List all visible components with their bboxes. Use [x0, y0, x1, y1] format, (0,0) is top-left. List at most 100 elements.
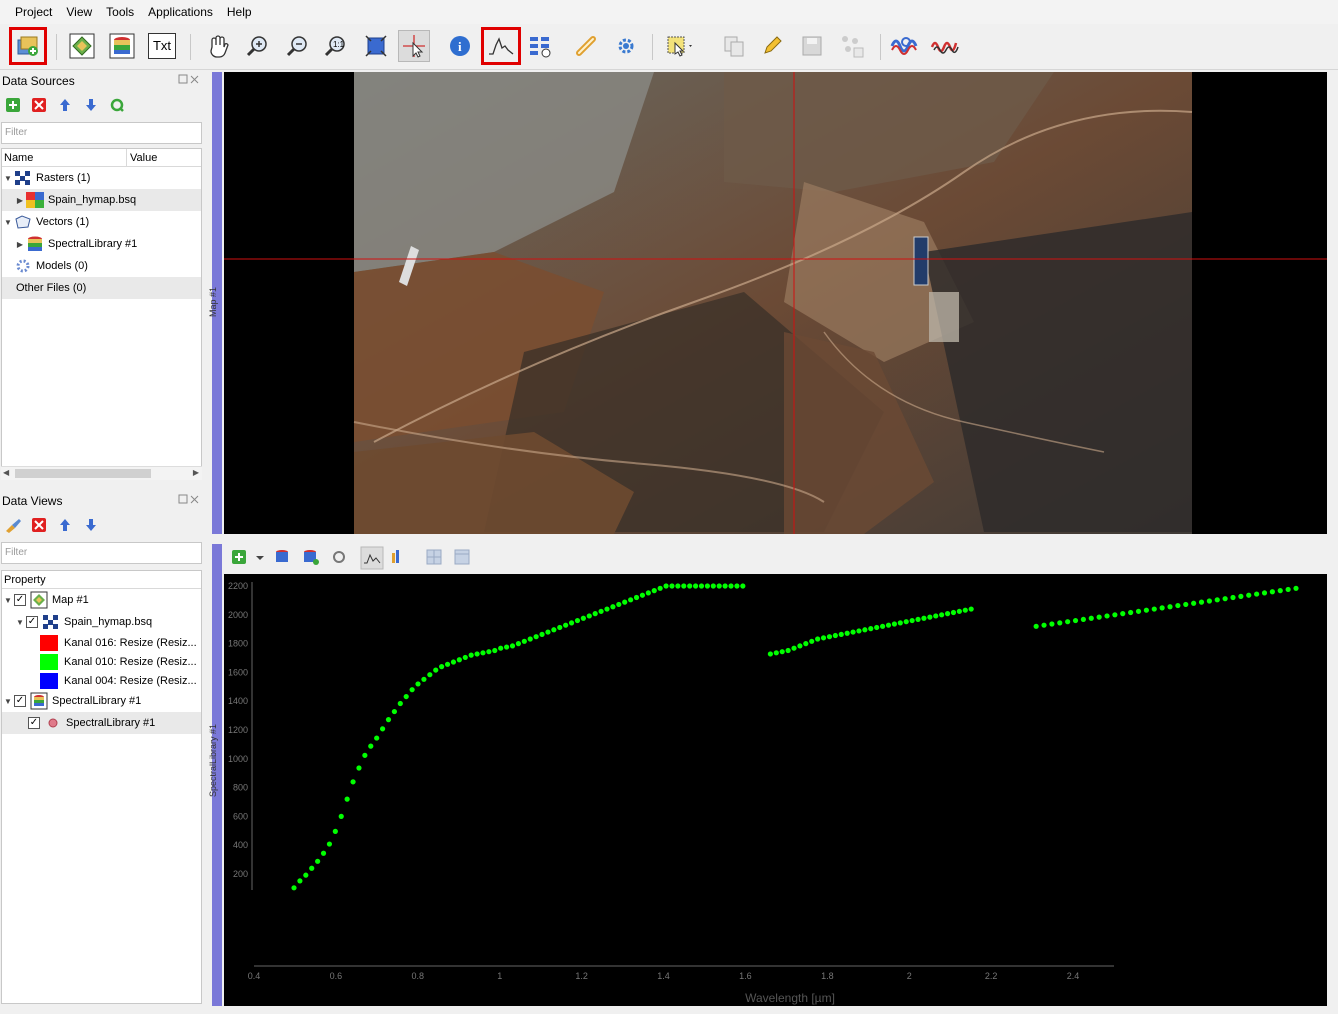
tree-row-speclib-view[interactable]: ▼ ✓ SpectralLibrary #1: [2, 690, 201, 712]
pan-tool-button[interactable]: [202, 30, 234, 62]
save-edits-button[interactable]: [796, 30, 828, 62]
profile-visibility-checkbox[interactable]: ✓: [28, 717, 40, 729]
profile-point: [803, 641, 809, 647]
x-axis: 0.4 0.6 0.8 1 1.2 1.4 1.6 1.8 2 2.2 2.4: [248, 965, 1114, 981]
zoom-out-button[interactable]: [282, 30, 314, 62]
remove-source-button[interactable]: [30, 96, 48, 114]
tree-row-other-files[interactable]: Other Files (0): [2, 277, 201, 299]
toggle-editing-button[interactable]: [756, 30, 788, 62]
profile-analytics-button[interactable]: [930, 30, 962, 62]
profile-point: [962, 607, 968, 613]
expand-arrow-icon[interactable]: ▶: [14, 240, 26, 249]
profile-point: [1285, 586, 1291, 593]
main-toolbar: Txt 1:1 i: [0, 24, 1338, 70]
layer-visibility-checkbox[interactable]: ✓: [26, 616, 38, 628]
add-feature-button[interactable]: [836, 30, 868, 62]
tree-row-raster-file[interactable]: ▶ Spain_hymap.bsq: [2, 189, 201, 211]
remove-view-button[interactable]: [30, 516, 48, 534]
column-value[interactable]: Value: [127, 149, 157, 166]
profile-point: [1222, 596, 1228, 602]
identify-values-button[interactable]: [524, 30, 556, 62]
map-canvas[interactable]: [224, 72, 1327, 534]
profile-point: [344, 796, 350, 802]
tree-label: Models (0): [36, 260, 88, 272]
link-views-button[interactable]: [570, 30, 602, 62]
collapse-arrow-icon[interactable]: ▼: [14, 618, 26, 627]
column-name[interactable]: Name: [2, 149, 127, 166]
expand-arrow-icon[interactable]: ▶: [14, 196, 26, 205]
data-sources-hscrollbar[interactable]: ◀ ▶: [1, 466, 202, 480]
tree-row-band-blue[interactable]: Kanal 004: Resize (Resiz...: [2, 671, 201, 690]
dropdown-arrow-icon: [256, 556, 264, 560]
zoom-full-button[interactable]: [360, 30, 392, 62]
tree-row-speclib[interactable]: ▶ SpectralLibrary #1: [2, 233, 201, 255]
profile-point: [950, 609, 957, 616]
expand-views-button[interactable]: [82, 516, 100, 534]
open-map-view-button[interactable]: [66, 30, 98, 62]
tree-label: Map #1: [52, 594, 89, 606]
map-tools-button[interactable]: [4, 516, 22, 534]
green-band-swatch: [40, 653, 58, 670]
identify-info-button[interactable]: i: [444, 30, 476, 62]
copy-features-button[interactable]: [718, 30, 750, 62]
tree-row-map[interactable]: ▼ ✓ Map #1: [2, 589, 201, 611]
add-data-source-button[interactable]: [9, 27, 47, 65]
collapse-arrow-icon[interactable]: ▼: [2, 174, 14, 183]
profile-point: [515, 641, 522, 647]
speclib-visibility-checkbox[interactable]: ✓: [14, 695, 26, 707]
profile-point: [551, 627, 557, 633]
profile-point: [391, 708, 397, 715]
collapse-arrow-icon[interactable]: ▼: [2, 218, 14, 227]
identify-cursor-button[interactable]: [398, 30, 430, 62]
spectral-library-tool-button[interactable]: [890, 30, 922, 62]
scroll-thumb[interactable]: [15, 469, 151, 478]
data-views-filter[interactable]: Filter: [1, 542, 202, 564]
tree-row-models[interactable]: Models (0): [2, 255, 201, 277]
x-tick-label: 2: [907, 971, 912, 981]
plus-icon: [6, 98, 20, 112]
link-icon: [576, 36, 596, 56]
zoom-native-button[interactable]: 1:1: [320, 30, 352, 62]
tree-row-speclib-profile[interactable]: ✓ SpectralLibrary #1: [2, 712, 201, 734]
profile-point: [533, 634, 539, 640]
process-button[interactable]: [610, 30, 642, 62]
profile-point: [622, 599, 628, 605]
profile-point: [628, 597, 634, 603]
expand-sources-button[interactable]: [82, 96, 100, 114]
map-view-tab[interactable]: Map #1: [208, 72, 222, 534]
spectral-plot[interactable]: 200 400 600 800 1000 1200 1400 1600 1800 2000 2200…: [224, 574, 1327, 1006]
speclib-view-tab[interactable]: SpectralLibrary #1: [208, 544, 222, 1006]
identify-profiles-button[interactable]: [481, 27, 521, 65]
menu-project[interactable]: Project: [8, 0, 59, 24]
collapse-views-button[interactable]: [56, 516, 74, 534]
profile-point: [1277, 588, 1283, 594]
profile-point: [1135, 608, 1142, 614]
menu-view[interactable]: View: [59, 0, 99, 24]
tree-row-raster-layer[interactable]: ▼ ✓ Spain_hymap.bsq: [2, 611, 201, 633]
profile-point: [1238, 593, 1244, 599]
open-text-view-button[interactable]: Txt: [146, 30, 178, 62]
zoom-in-button[interactable]: [242, 30, 274, 62]
tree-row-vectors[interactable]: ▼ Vectors (1): [2, 211, 201, 233]
data-views-dock-controls[interactable]: [178, 494, 200, 508]
open-speclib-view-button[interactable]: [106, 30, 138, 62]
scroll-right-icon[interactable]: ▶: [193, 468, 199, 477]
menu-applications[interactable]: Applications: [141, 0, 220, 24]
menu-help[interactable]: Help: [220, 0, 259, 24]
data-sources-filter[interactable]: Filter: [1, 122, 202, 144]
tree-row-rasters[interactable]: ▼ Rasters (1): [2, 167, 201, 189]
data-sources-dock-controls[interactable]: [178, 74, 200, 88]
collapse-sources-button[interactable]: [56, 96, 74, 114]
collapse-arrow-icon[interactable]: ▼: [2, 697, 14, 706]
profile-point: [492, 647, 498, 654]
select-features-button[interactable]: [664, 30, 696, 62]
map-visibility-checkbox[interactable]: ✓: [14, 594, 26, 606]
refresh-sources-button[interactable]: [108, 96, 126, 114]
tree-row-band-red[interactable]: Kanal 016: Resize (Resiz...: [2, 633, 201, 652]
collapse-arrow-icon[interactable]: ▼: [2, 596, 14, 605]
add-source-button[interactable]: [4, 96, 22, 114]
tree-row-band-green[interactable]: Kanal 010: Resize (Resiz...: [2, 652, 201, 671]
scroll-left-icon[interactable]: ◀: [3, 468, 9, 477]
column-property[interactable]: Property: [2, 571, 46, 588]
menu-tools[interactable]: Tools: [99, 0, 141, 24]
